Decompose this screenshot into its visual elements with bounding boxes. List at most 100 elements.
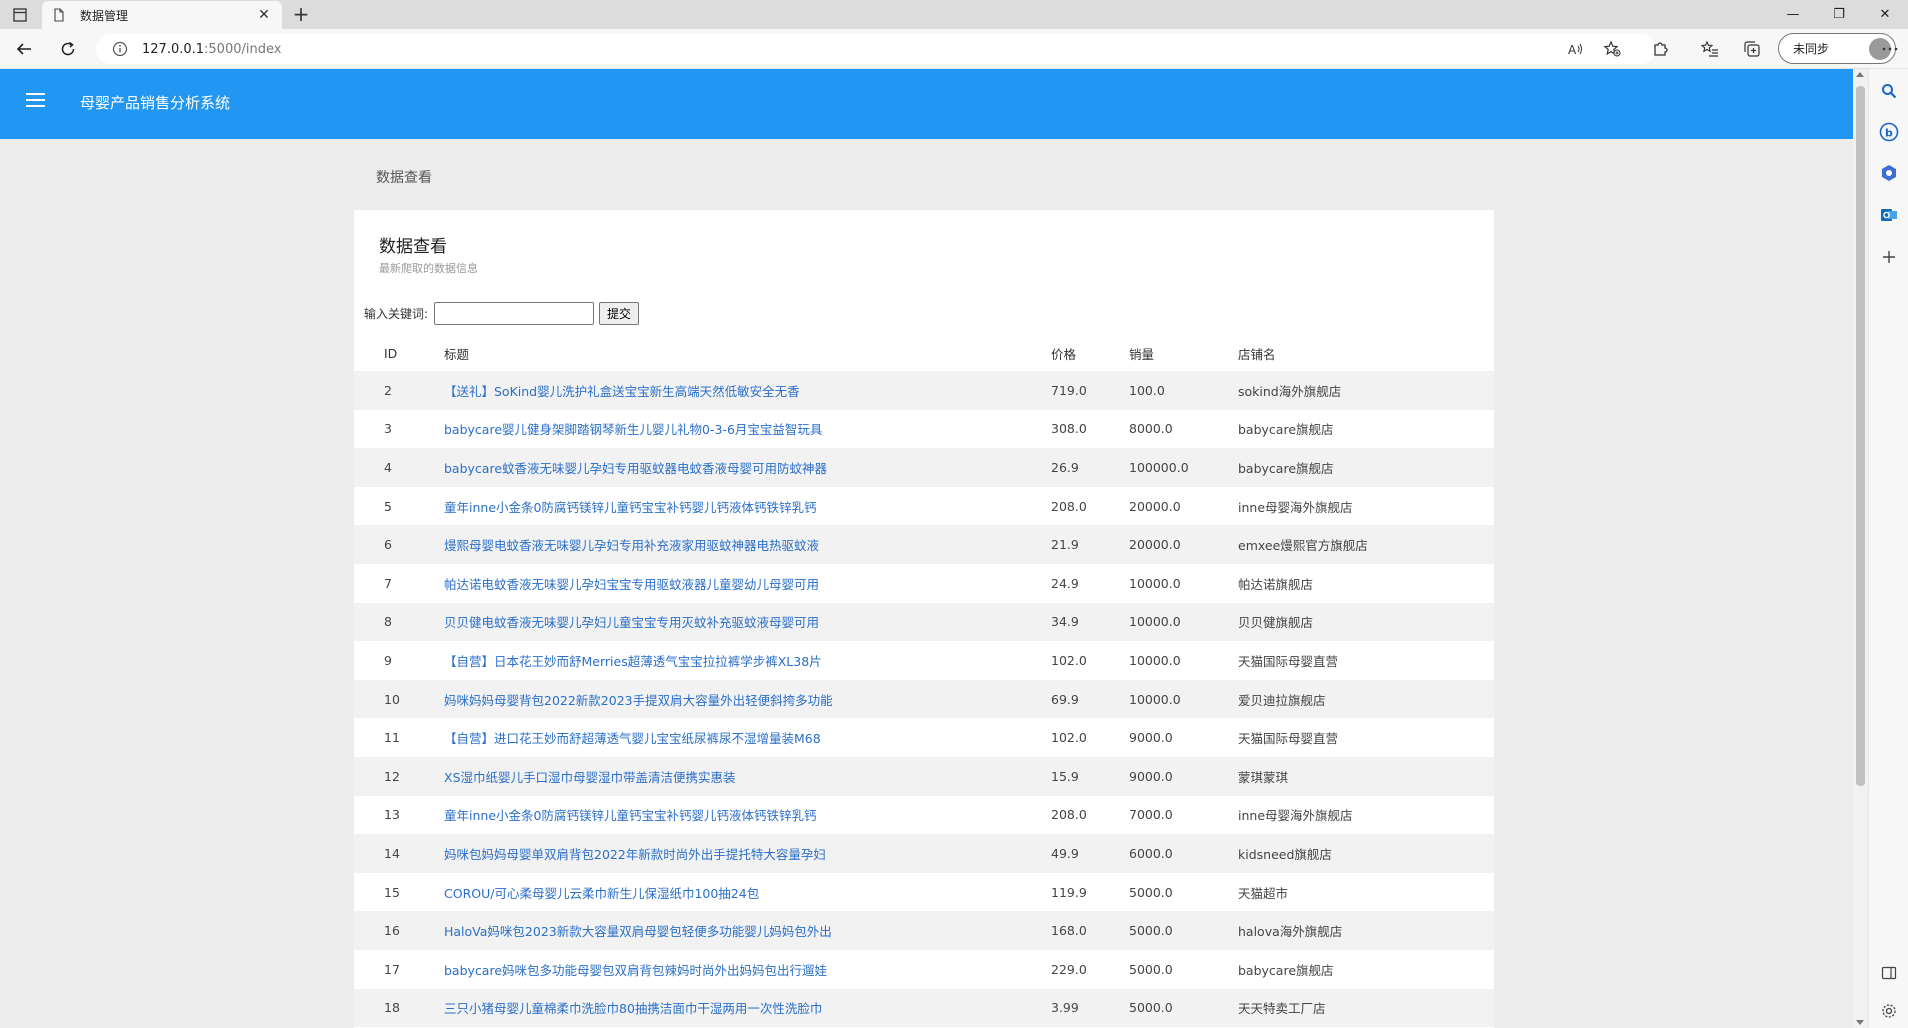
new-tab-button[interactable]: + — [288, 3, 314, 27]
profile-sync-label: 未同步 — [1793, 42, 1830, 56]
tab-title: 数据管理 — [80, 8, 129, 23]
back-arrow-icon — [16, 43, 31, 55]
cell-price: 21.9 — [1051, 537, 1079, 553]
extensions-button[interactable] — [1646, 35, 1674, 63]
cell-title-link[interactable]: babycare蚊香液无味婴儿孕妇专用驱蚊器电蚊香液母婴可用防蚊神器 — [444, 461, 827, 476]
page-icon — [54, 8, 64, 22]
cell-title-link[interactable]: 【送礼】SoKind婴儿洗护礼盒送宝宝新生高端天然低敏安全无香 — [444, 384, 800, 399]
cell-id: 10 — [384, 691, 400, 707]
cell-title: 熳熙母婴电蚊香液无味婴儿孕妇专用补充液家用驱蚊神器电热驱蚊液 — [444, 535, 819, 554]
cell-title: 童年inne小金条0防腐钙镁锌儿童钙宝宝补钙婴儿钙液体钙铁锌乳钙 — [444, 497, 816, 516]
cell-title-link[interactable]: babycare妈咪包多功能母婴包双肩背包辣妈时尚外出妈妈包出行遛娃 — [444, 963, 827, 978]
table-row: 8 贝贝健电蚊香液无味婴儿孕妇儿童宝宝专用灭蚊补充驱蚊液母婴可用 34.9 10000… — [354, 602, 1494, 642]
cell-sales: 100000.0 — [1129, 459, 1189, 475]
cell-title-link[interactable]: 【自营】日本花王妙而舒Merries超薄透气宝宝拉拉裤学步裤XL38片 — [444, 654, 822, 669]
cell-id: 6 — [384, 537, 392, 553]
page-scrollbar[interactable] — [1853, 69, 1868, 1028]
cell-shop: halova海外旗舰店 — [1238, 924, 1343, 940]
read-aloud-button[interactable]: A — [1562, 35, 1590, 63]
browser-tab[interactable]: 数据管理 ✕ — [42, 1, 282, 29]
table-row: 9 【自营】日本花王妙而舒Merries超薄透气宝宝拉拉裤学步裤XL38片 102.… — [354, 641, 1494, 680]
cell-price: 119.9 — [1051, 884, 1087, 900]
header-title: 标题 — [444, 346, 470, 362]
svg-text:A: A — [1568, 43, 1577, 57]
submit-button[interactable]: 提交 — [599, 302, 640, 325]
cell-title-link[interactable]: 童年inne小金条0防腐钙镁锌儿童钙宝宝补钙婴儿钙液体钙铁锌乳钙 — [444, 500, 816, 515]
table-row: 11 【自营】进口花王妙而舒超薄透气婴儿宝宝纸尿裤尿不湿增量装M68 102.0 90… — [354, 718, 1494, 757]
hide-sidebar-icon[interactable] — [1879, 963, 1899, 983]
cell-id: 5 — [384, 498, 392, 514]
cell-title: HaloVa妈咪包2023新款大容量双肩母婴包轻便多功能婴儿妈妈包外出 — [444, 921, 832, 940]
cell-title-link[interactable]: 妈咪妈妈母婴背包2022新款2023手提双肩大容量外出轻便斜挎多功能 — [444, 693, 833, 708]
cell-title: 妈咪妈妈母婴背包2022新款2023手提双肩大容量外出轻便斜挎多功能 — [444, 690, 833, 709]
cell-shop: babycare旗舰店 — [1238, 962, 1334, 978]
table-row: 4 babycare蚊香液无味婴儿孕妇专用驱蚊器电蚊香液母婴可用防蚊神器 26.9 1… — [354, 448, 1494, 487]
cell-price: 208.0 — [1051, 807, 1087, 823]
bing-chat-icon[interactable]: b — [1879, 122, 1899, 142]
cell-sales: 20000.0 — [1129, 498, 1181, 514]
cell-id: 18 — [384, 1000, 400, 1016]
close-window-icon[interactable]: ✕ — [1862, 0, 1908, 29]
keyword-input[interactable] — [434, 302, 595, 325]
cell-shop: sokind海外旗舰店 — [1238, 383, 1342, 399]
cell-price: 34.9 — [1051, 614, 1079, 630]
scroll-down-arrow-icon[interactable] — [1856, 1020, 1864, 1025]
cell-price: 69.9 — [1051, 691, 1079, 707]
minimize-icon[interactable]: — — [1770, 0, 1816, 29]
cell-title-link[interactable]: 帕达诺电蚊香液无味婴儿孕妇宝宝专用驱蚊液器儿童婴幼儿母婴可用 — [444, 577, 819, 592]
cell-shop: 天猫国际母婴直营 — [1238, 731, 1339, 747]
svg-text:b: b — [1885, 127, 1893, 140]
header-id: ID — [384, 345, 398, 361]
outlook-icon[interactable] — [1879, 205, 1899, 225]
cell-title-link[interactable]: 贝贝健电蚊香液无味婴儿孕妇儿童宝宝专用灭蚊补充驱蚊液母婴可用 — [444, 615, 819, 630]
scroll-up-arrow-icon[interactable] — [1856, 72, 1864, 77]
cell-title-link[interactable]: COROU/可心柔母婴儿云柔巾新生儿保湿纸巾100抽24包 — [444, 886, 759, 901]
cell-title-link[interactable]: HaloVa妈咪包2023新款大容量双肩母婴包轻便多功能婴儿妈妈包外出 — [444, 924, 832, 939]
tab-actions-button[interactable] — [4, 3, 36, 27]
cell-title-link[interactable]: 熳熙母婴电蚊香液无味婴儿孕妇专用补充液家用驱蚊神器电热驱蚊液 — [444, 538, 819, 553]
cell-price: 3.99 — [1051, 1000, 1079, 1016]
cell-title-link[interactable]: 妈咪包妈妈母婴单双肩背包2022年新款时尚外出手提托特大容量孕妇 — [444, 847, 826, 862]
cell-sales: 9000.0 — [1129, 768, 1173, 784]
reload-button[interactable] — [54, 35, 82, 63]
cell-shop: emxee熳熙官方旗舰店 — [1238, 538, 1368, 554]
header-shop: 店铺名 — [1238, 346, 1276, 362]
tab-actions-icon — [13, 8, 27, 22]
favorites-button[interactable] — [1696, 35, 1724, 63]
settings-more-button[interactable] — [1876, 35, 1904, 63]
back-button[interactable] — [10, 35, 38, 63]
cell-shop: 贝贝健旗舰店 — [1238, 615, 1314, 631]
table-row: 18 三只小猪母婴儿童棉柔巾洗脸巾80抽携洁面巾干湿两用一次性洗脸巾 3.99 500… — [354, 988, 1494, 1028]
cell-shop: 天猫国际母婴直营 — [1238, 653, 1339, 669]
cell-title-link[interactable]: 童年inne小金条0防腐钙镁锌儿童钙宝宝补钙婴儿钙液体钙铁锌乳钙 — [444, 808, 816, 823]
address-bar[interactable]: 127.0.0.1:5000/index — [96, 34, 1656, 64]
tab-close-icon[interactable]: ✕ — [256, 7, 272, 23]
favorite-button[interactable] — [1598, 35, 1626, 63]
table-row: 7 帕达诺电蚊香液无味婴儿孕妇宝宝专用驱蚊液器儿童婴幼儿母婴可用 24.9 10000… — [354, 564, 1494, 603]
collections-icon — [1744, 41, 1760, 57]
site-info-icon[interactable] — [112, 41, 128, 57]
cell-price: 168.0 — [1051, 923, 1087, 939]
collections-button[interactable] — [1738, 35, 1766, 63]
cell-title-link[interactable]: 三只小猪母婴儿童棉柔巾洗脸巾80抽携洁面巾干湿两用一次性洗脸巾 — [444, 1001, 822, 1016]
cell-shop: kidsneed旗舰店 — [1238, 846, 1332, 862]
cell-title-link[interactable]: babycare婴儿健身架脚踏钢琴新生儿婴儿礼物0-3-6月宝宝益智玩具 — [444, 422, 822, 437]
window-controls: — ❐ ✕ — [1770, 0, 1908, 29]
cell-sales: 20000.0 — [1129, 537, 1181, 553]
scrollbar-thumb[interactable] — [1856, 86, 1865, 786]
sidebar-settings-gear-icon[interactable] — [1879, 1001, 1899, 1021]
search-icon[interactable] — [1879, 81, 1899, 101]
edge-sidebar: b — [1868, 69, 1908, 1028]
browser-tabstrip: 数据管理 ✕ + — ❐ ✕ — [0, 0, 1908, 29]
cell-title-link[interactable]: 【自营】进口花王妙而舒超薄透气婴儿宝宝纸尿裤尿不湿增量装M68 — [444, 731, 821, 746]
cell-sales: 5000.0 — [1129, 961, 1173, 977]
cell-title: 【自营】日本花王妙而舒Merries超薄透气宝宝拉拉裤学步裤XL38片 — [444, 651, 822, 670]
tools-icon[interactable] — [1879, 163, 1899, 183]
header-price: 价格 — [1051, 346, 1077, 362]
cell-price: 229.0 — [1051, 961, 1087, 977]
maximize-icon[interactable]: ❐ — [1816, 0, 1862, 29]
cell-shop: inne母婴海外旗舰店 — [1238, 808, 1353, 824]
cell-title-link[interactable]: XS湿巾纸婴儿手口湿巾母婴湿巾带盖清洁便携实惠装 — [444, 770, 736, 785]
add-sidebar-icon[interactable] — [1879, 247, 1899, 267]
hamburger-menu-icon[interactable] — [26, 93, 46, 113]
